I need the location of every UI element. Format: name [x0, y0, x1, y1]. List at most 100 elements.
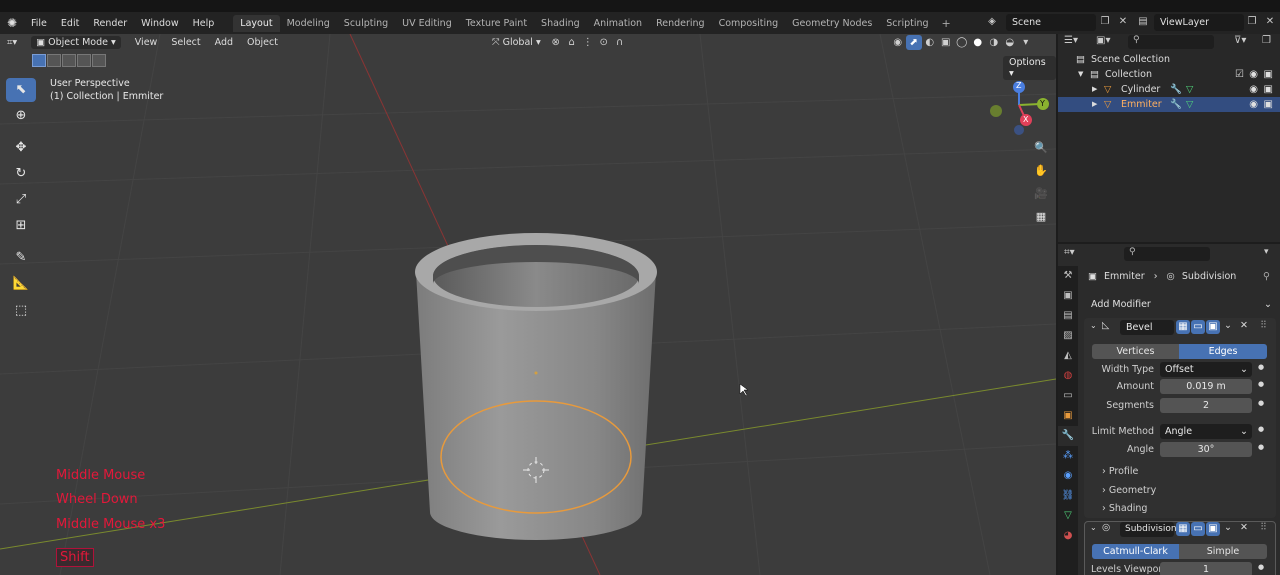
cylinder-visibility-icon[interactable]: ◉ [1249, 82, 1258, 97]
menu-file[interactable]: File [24, 18, 54, 29]
tab-scripting[interactable]: Scripting [879, 15, 935, 32]
mesh-data-icon[interactable]: ▽ [1186, 97, 1193, 112]
modifier-tab-icon[interactable]: 🔧 [1058, 426, 1078, 446]
menu-help[interactable]: Help [186, 18, 222, 29]
add-cube-tool-icon[interactable]: ⬚ [6, 299, 36, 323]
viewport-display-toggle-icon[interactable]: ▭ [1191, 522, 1205, 536]
editor-type-icon[interactable]: ⌗▾ [0, 37, 24, 48]
subdivision-menu-chevron-icon[interactable]: ⌄ [1224, 522, 1232, 533]
render-tab-icon[interactable]: ▣ [1058, 286, 1078, 306]
object-mode-dropdown[interactable]: ▣ Object Mode ▾ [31, 35, 121, 49]
delete-view-layer-icon[interactable]: ✕ [1263, 15, 1277, 29]
profile-subpanel[interactable]: › Profile [1102, 466, 1138, 477]
3d-viewport[interactable]: Z Y X ⌗▾ ▣ Object Mode ▾ View Select Add… [0, 34, 1056, 575]
bevel-name-field[interactable]: Bevel [1120, 320, 1174, 335]
scene-icon[interactable]: ◈ [985, 15, 999, 29]
tab-geometry-nodes[interactable]: Geometry Nodes [785, 15, 879, 32]
subdivision-collapse-icon[interactable]: ⌄ [1090, 523, 1097, 532]
tab-rendering[interactable]: Rendering [649, 15, 712, 32]
particles-tab-icon[interactable]: ⁂ [1058, 446, 1078, 466]
limit-method-dropdown[interactable]: Angle ⌄ [1160, 424, 1252, 439]
angle-field[interactable]: 30° [1160, 442, 1252, 457]
keyframe-dot-icon[interactable]: ● [1258, 563, 1264, 571]
select-box-tool-icon[interactable]: ⬉ [6, 78, 36, 102]
modifier-wrench-icon[interactable]: 🔧 [1170, 97, 1182, 112]
select-new-icon[interactable] [32, 54, 46, 67]
overlays-toggle-icon[interactable]: ◐ [922, 35, 938, 50]
keyframe-dot-icon[interactable]: ● [1258, 363, 1264, 371]
tab-compositing[interactable]: Compositing [712, 15, 786, 32]
display-mode-icon[interactable]: ▣▾ [1096, 35, 1110, 46]
view-layer-tab-icon[interactable]: ▨ [1058, 326, 1078, 346]
annotate-tool-icon[interactable]: ✎ [6, 246, 36, 270]
view-layer-icon[interactable]: ▤ [1136, 15, 1150, 29]
camera-view-icon[interactable]: 🎥 [1032, 185, 1050, 203]
affect-vertices-button[interactable]: Vertices [1092, 344, 1179, 359]
tab-uv-editing[interactable]: UV Editing [395, 15, 459, 32]
scene-name-field[interactable]: Scene [1006, 14, 1096, 31]
proportional-edit-icon[interactable]: ⊙ [596, 35, 612, 50]
menu-edit[interactable]: Edit [54, 18, 86, 29]
outliner-scene-collection[interactable]: ▤ Scene Collection [1058, 52, 1280, 67]
tool-tab-icon[interactable]: ⚒ [1058, 266, 1078, 286]
shading-dropdown-icon[interactable]: ▾ [1018, 35, 1034, 50]
tab-animation[interactable]: Animation [587, 15, 649, 32]
tab-modeling[interactable]: Modeling [280, 15, 337, 32]
filter-icon[interactable]: ⊽▾ [1234, 35, 1246, 46]
bevel-drag-handle-icon[interactable]: ⠿ [1260, 320, 1267, 331]
bevel-collapse-icon[interactable]: ⌄ [1090, 321, 1097, 330]
data-tab-icon[interactable]: ▽ [1058, 506, 1078, 526]
delete-scene-icon[interactable]: ✕ [1116, 15, 1130, 29]
move-tool-icon[interactable]: ✥ [6, 136, 36, 160]
emmiter-visibility-icon[interactable]: ◉ [1249, 97, 1258, 112]
viewport-menu-select[interactable]: Select [164, 37, 207, 48]
measure-tool-icon[interactable]: 📐 [6, 272, 36, 296]
viewport-menu-object[interactable]: Object [240, 37, 285, 48]
emmiter-render-icon[interactable]: ▣ [1264, 97, 1273, 112]
gizmo-y-label[interactable]: Y [1040, 99, 1045, 108]
zoom-view-icon[interactable]: 🔍 [1032, 139, 1050, 157]
visibility-icon[interactable]: ◉ [890, 35, 906, 50]
geometry-subpanel[interactable]: › Geometry [1102, 485, 1156, 496]
outliner-collection[interactable]: ▼ ▤ Collection ☑ ◉ ▣ [1058, 67, 1280, 82]
cursor-tool-icon[interactable]: ⊕ [6, 104, 36, 128]
view-layer-name-field[interactable]: ViewLayer [1154, 14, 1244, 31]
ortho-toggle-icon[interactable]: ▦ [1032, 208, 1050, 226]
amount-field[interactable]: 0.019 m [1160, 379, 1252, 394]
segments-field[interactable]: 2 [1160, 398, 1252, 413]
select-extend-icon[interactable] [47, 54, 61, 67]
wireframe-shading-icon[interactable]: ◯ [954, 35, 970, 50]
pan-view-icon[interactable]: ✋ [1032, 162, 1050, 180]
tab-texture-paint[interactable]: Texture Paint [459, 15, 534, 32]
output-tab-icon[interactable]: ▤ [1058, 306, 1078, 326]
render-toggle-icon[interactable]: ▣ [1206, 320, 1220, 334]
pivot-icon[interactable]: ⊗ [548, 35, 564, 50]
viewport-menu-add[interactable]: Add [208, 37, 240, 48]
edit-mode-toggle-icon[interactable]: ▦ [1176, 320, 1190, 334]
falloff-icon[interactable]: ∩ [612, 35, 628, 50]
mesh-data-icon[interactable]: ▽ [1186, 82, 1193, 97]
rendered-shading-icon[interactable]: ◒ [1002, 35, 1018, 50]
scene-tab-icon[interactable]: ◭ [1058, 346, 1078, 366]
edit-mode-toggle-icon[interactable]: ▦ [1176, 522, 1190, 536]
xray-icon[interactable]: ▣ [938, 35, 954, 50]
select-difference-icon[interactable] [77, 54, 91, 67]
options-dropdown[interactable]: Options ▾ [1003, 56, 1056, 80]
blender-logo-icon[interactable]: ✺ [0, 16, 24, 30]
render-toggle-icon[interactable]: ▣ [1206, 522, 1220, 536]
modifier-wrench-icon[interactable]: 🔧 [1170, 82, 1182, 97]
emmiter-expand-icon[interactable]: ▶ [1092, 97, 1097, 112]
catmull-clark-button[interactable]: Catmull-Clark [1092, 544, 1179, 559]
add-workspace-icon[interactable]: + [936, 17, 957, 30]
gizmo-z-label[interactable]: Z [1016, 81, 1021, 90]
solid-shading-icon[interactable]: ● [970, 35, 986, 50]
physics-tab-icon[interactable]: ◉ [1058, 466, 1078, 486]
scale-tool-icon[interactable]: ⤢ [6, 188, 36, 212]
cylinder-expand-icon[interactable]: ▶ [1092, 82, 1097, 97]
keyframe-dot-icon[interactable]: ● [1258, 399, 1264, 407]
select-intersect-icon[interactable] [92, 54, 106, 67]
transform-tool-icon[interactable]: ⊞ [6, 214, 36, 238]
menu-render[interactable]: Render [86, 18, 134, 29]
keyframe-dot-icon[interactable]: ● [1258, 425, 1264, 433]
collection-checkbox-icon[interactable]: ☑ [1235, 67, 1244, 82]
